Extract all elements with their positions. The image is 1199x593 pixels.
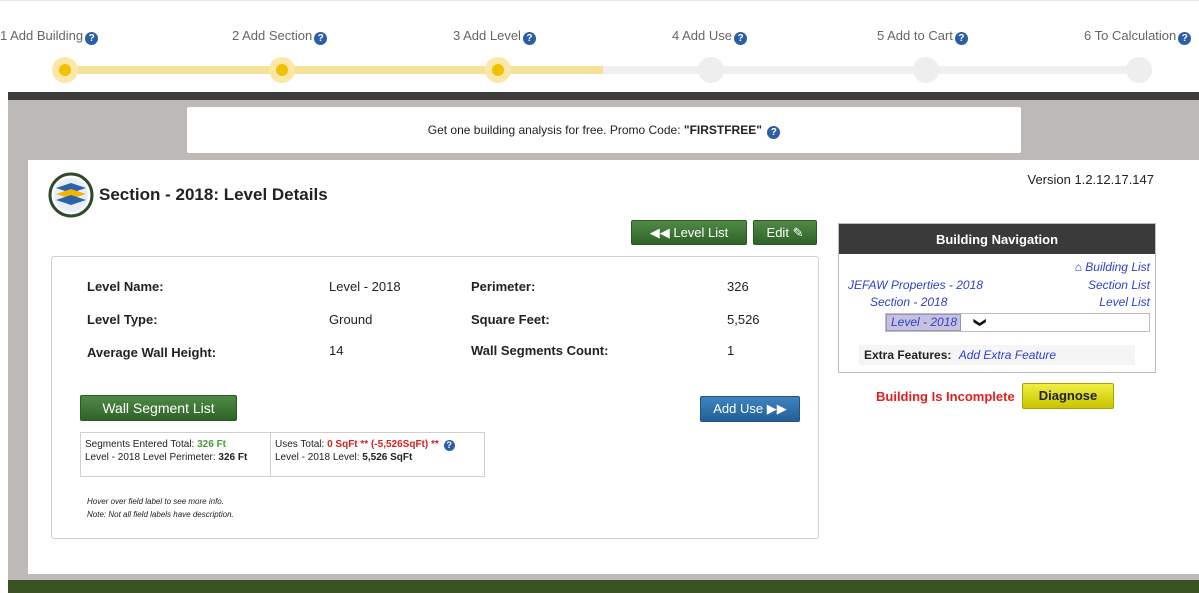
step-add-section[interactable]: 2 Add Section?: [232, 28, 328, 45]
add-extra-feature-link[interactable]: Add Extra Feature: [959, 348, 1056, 362]
level-list-link[interactable]: Level List: [1099, 295, 1150, 309]
perimeter-value: 326: [727, 279, 749, 294]
chevron-down-icon[interactable]: ❯: [972, 317, 989, 327]
building-list-label: Building List: [1085, 260, 1150, 274]
page-title: Section - 2018: Level Details: [99, 185, 328, 204]
progress-wizard: 1 Add Building? 2 Add Section? 3 Add Lev…: [0, 0, 1199, 93]
segments-total-label: Segments Entered Total:: [85, 439, 195, 450]
double-left-arrow-icon: ◀◀: [649, 225, 670, 240]
perimeter-label[interactable]: Perimeter:: [471, 279, 535, 294]
description-note: Note: Not all field labels have descript…: [87, 510, 234, 519]
building-navigation-title: Building Navigation: [839, 224, 1155, 254]
help-icon[interactable]: ?: [1178, 32, 1192, 45]
level-area-row: Level - 2018 Level: 5,526 SqFt: [275, 451, 480, 464]
level-name-label[interactable]: Level Name:: [87, 279, 164, 294]
square-feet-value: 5,526: [727, 312, 760, 327]
step-label: 4 Add Use: [672, 28, 732, 43]
level-type-value: Ground: [329, 312, 373, 327]
section-list-link[interactable]: Section List: [1088, 278, 1150, 292]
add-use-label: Add Use: [713, 401, 764, 416]
pencil-icon: ✎: [792, 225, 804, 240]
promo-text: Get one building analysis for free. Prom…: [427, 123, 684, 137]
uses-summary-cell: Uses Total: 0 SqFt ** (-5,526SqFt) ** ? …: [271, 433, 484, 476]
home-icon: ⌂: [1074, 260, 1082, 274]
level-name-value: Level - 2018: [329, 279, 401, 294]
help-icon[interactable]: ?: [954, 32, 968, 45]
step-dot-1[interactable]: [52, 57, 78, 83]
average-wall-height-label[interactable]: Average Wall Height:: [87, 345, 216, 360]
step-add-to-cart[interactable]: 5 Add to Cart?: [877, 28, 968, 45]
step-label: 5 Add to Cart: [877, 28, 953, 43]
level-perimeter-value: 326 Ft: [218, 452, 248, 463]
promo-banner: Get one building analysis for free. Prom…: [187, 107, 1021, 153]
wall-segment-list-button[interactable]: Wall Segment List: [80, 395, 237, 421]
segments-total-value: 326 Ft: [197, 439, 227, 450]
add-use-button[interactable]: Add Use ▶▶: [700, 396, 800, 422]
wall-segments-count-value: 1: [727, 343, 735, 358]
level-area-label: Level - 2018 Level:: [275, 452, 360, 463]
building-navigation-panel: Building Navigation ⌂ Building List Sect…: [838, 223, 1156, 373]
edit-label: Edit: [766, 225, 789, 240]
level-perimeter-label: Level - 2018 Level Perimeter:: [85, 452, 216, 463]
step-dot-2[interactable]: [269, 57, 295, 83]
step-dot-3[interactable]: [485, 57, 511, 83]
layers-icon: [48, 172, 94, 218]
wall-segment-list-label: Wall Segment List: [102, 400, 215, 416]
average-wall-height-value: 14: [329, 343, 344, 358]
segments-summary-cell: Segments Entered Total: 326 Ft Level - 2…: [81, 433, 271, 476]
progress-track-todo: [603, 66, 1140, 74]
level-list-label: Level List: [673, 225, 729, 240]
extra-features-row: Extra Features: Add Extra Feature: [859, 345, 1135, 365]
level-list-button[interactable]: ◀◀ Level List: [631, 220, 747, 245]
level-area-value: 5,526 SqFt: [362, 452, 413, 463]
section-link[interactable]: Section - 2018: [870, 295, 947, 309]
uses-total-row: Uses Total: 0 SqFt ** (-5,526SqFt) ** ?: [275, 438, 480, 451]
extra-features-label: Extra Features:: [864, 348, 952, 362]
step-label: 2 Add Section: [232, 28, 313, 43]
uses-total-label: Uses Total:: [275, 439, 325, 450]
property-link[interactable]: JEFAW Properties - 2018: [848, 278, 983, 292]
double-right-arrow-icon: ▶▶: [766, 401, 787, 416]
level-perimeter-row: Level - 2018 Level Perimeter: 326 Ft: [85, 451, 266, 464]
help-icon[interactable]: ?: [522, 32, 536, 45]
step-label: 6 To Calculation: [1084, 28, 1177, 43]
help-icon[interactable]: ?: [314, 32, 328, 45]
version-label: Version 1.2.12.17.147: [1027, 172, 1155, 187]
step-label: 3 Add Level: [453, 28, 521, 43]
edit-button[interactable]: Edit ✎: [753, 220, 817, 245]
level-type-label[interactable]: Level Type:: [87, 312, 158, 327]
wall-segments-count-label[interactable]: Wall Segments Count:: [471, 343, 608, 358]
building-list-link[interactable]: ⌂ Building List: [1075, 260, 1150, 274]
step-dot-5[interactable]: [913, 57, 939, 83]
step-to-calculation[interactable]: 6 To Calculation?: [1084, 28, 1192, 45]
step-add-use[interactable]: 4 Add Use?: [672, 28, 747, 45]
building-status: Building Is Incomplete: [876, 389, 1015, 404]
segments-total-row: Segments Entered Total: 326 Ft: [85, 438, 266, 451]
footer-bar: [8, 580, 1199, 593]
promo-code: "FIRSTFREE": [683, 123, 762, 137]
step-add-level[interactable]: 3 Add Level?: [453, 28, 536, 45]
step-dot-6[interactable]: [1126, 57, 1152, 83]
progress-track-done: [65, 66, 603, 74]
diagnose-button[interactable]: Diagnose: [1022, 383, 1114, 409]
step-dot-4[interactable]: [698, 57, 724, 83]
hover-note: Hover over field label to see more info.: [87, 497, 224, 506]
level-selector[interactable]: Level - 2018 ❯: [885, 313, 1150, 332]
step-label: 1 Add Building: [0, 28, 84, 43]
help-icon[interactable]: ?: [85, 32, 99, 45]
uses-total-value: 0 SqFt ** (-5,526SqFt) **: [327, 439, 439, 450]
summary-table: Segments Entered Total: 326 Ft Level - 2…: [80, 432, 485, 477]
help-icon[interactable]: ?: [767, 126, 781, 139]
current-level: Level - 2018: [886, 314, 962, 331]
help-icon[interactable]: ?: [734, 32, 747, 45]
help-icon[interactable]: ?: [443, 440, 455, 451]
step-add-building[interactable]: 1 Add Building?: [0, 28, 99, 45]
header-divider: [8, 92, 1199, 100]
square-feet-label[interactable]: Square Feet:: [471, 312, 550, 327]
